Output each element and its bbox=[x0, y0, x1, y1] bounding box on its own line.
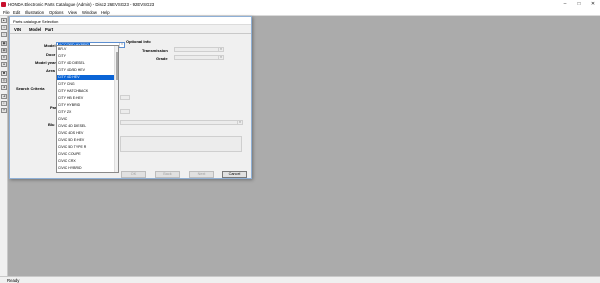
arrow-icon[interactable]: ➜ bbox=[1, 85, 7, 90]
model-dropdown-list[interactable]: BR-V CITY CITY 4D DIESEL CITY 4D/5D HEV … bbox=[56, 45, 119, 173]
tab-part[interactable]: Part bbox=[45, 27, 53, 32]
window-title: HONDA Electronic Parts Catalogue (Admin)… bbox=[8, 2, 155, 7]
honda-app-icon bbox=[1, 2, 6, 7]
model-label: Model bbox=[44, 43, 56, 48]
back-button[interactable]: Back bbox=[155, 171, 180, 178]
list-item[interactable]: CITY CNG bbox=[57, 82, 116, 87]
list-scrollbar[interactable] bbox=[114, 46, 118, 172]
menu-file[interactable]: File bbox=[3, 10, 10, 15]
info-icon[interactable]: i bbox=[1, 101, 7, 106]
next-button[interactable]: Next bbox=[189, 171, 214, 178]
list-item[interactable]: CIVIC 4D DIESEL bbox=[57, 124, 116, 129]
menu-window[interactable]: Window bbox=[82, 10, 97, 15]
part-field bbox=[120, 109, 130, 114]
status-text: Ready bbox=[7, 278, 20, 283]
tab-vin[interactable]: VIN bbox=[14, 27, 21, 32]
tab-divider bbox=[10, 33, 251, 34]
transmission-dropdown: ▾ bbox=[174, 47, 224, 52]
transmission-label: Transmission bbox=[142, 48, 168, 53]
vertical-toolbar: ▸ ▪ ▫ ▦ ▤ ≡ ● ✱ ◎ ➜ ⇥ i ? bbox=[0, 16, 8, 277]
model-year-label: Model year bbox=[35, 60, 56, 65]
list-item[interactable]: CIVIC 5D E:HEV bbox=[57, 138, 116, 143]
list-item[interactable]: CIVIC bbox=[57, 117, 116, 122]
help-icon[interactable]: ? bbox=[1, 108, 7, 113]
list-item[interactable]: CIVIC 4DS HEV bbox=[57, 131, 116, 136]
parts-catalogue-selection-dialog: Parts catalogue Selection VIN Model Part… bbox=[9, 16, 252, 179]
area-label: Area bbox=[46, 68, 55, 73]
grade-label: Grade bbox=[156, 56, 168, 61]
menu-bar: File Edit Illustration Options View Wind… bbox=[0, 9, 600, 16]
tab-model[interactable]: Model bbox=[29, 27, 41, 32]
menu-edit[interactable]: Edit bbox=[13, 10, 20, 15]
list-item[interactable]: BR-V bbox=[57, 47, 116, 52]
dialog-title: Parts catalogue Selection bbox=[13, 19, 59, 24]
list-item[interactable]: CIVIC HYBRID bbox=[57, 166, 116, 171]
cancel-button[interactable]: Cancel bbox=[222, 171, 247, 178]
minimize-button[interactable]: – bbox=[558, 0, 572, 9]
menu-options[interactable]: Options bbox=[49, 10, 63, 15]
door-label: Door bbox=[46, 52, 56, 57]
list-item[interactable]: CITY HATCHBACK bbox=[57, 89, 116, 94]
print-icon[interactable]: ▪ bbox=[1, 25, 7, 30]
chevron-down-icon: ▾ bbox=[218, 48, 223, 51]
list-item[interactable]: CITY bbox=[57, 54, 116, 59]
settings-icon[interactable]: ✱ bbox=[1, 71, 7, 76]
open-icon[interactable]: ▸ bbox=[1, 18, 7, 23]
grade-dropdown: ▾ bbox=[174, 55, 224, 60]
results-area bbox=[120, 136, 242, 152]
search-icon[interactable]: ◎ bbox=[1, 78, 7, 83]
search-criteria-label: Search Criteria bbox=[16, 86, 45, 91]
list-icon[interactable]: ≡ bbox=[1, 55, 7, 60]
dialog-title-bar: Parts catalogue Selection bbox=[10, 17, 251, 25]
book-icon[interactable]: ▤ bbox=[1, 48, 7, 53]
grid-icon[interactable]: ▦ bbox=[1, 41, 7, 46]
chevron-down-icon: ▾ bbox=[237, 121, 242, 124]
chevron-down-icon: ▾ bbox=[218, 56, 223, 59]
list-item[interactable]: CITY HYBRID bbox=[57, 103, 116, 108]
list-item[interactable]: CITY ZX bbox=[57, 110, 116, 115]
list-item-selected[interactable]: CITY 4D HEV bbox=[57, 75, 116, 80]
maximize-button[interactable]: □ bbox=[572, 0, 586, 9]
list-item[interactable]: CITY 4D/5D HEV bbox=[57, 68, 116, 73]
list-item[interactable]: CIVIC COUPE bbox=[57, 152, 116, 157]
blu-label: Blu bbox=[48, 122, 55, 127]
export-icon[interactable]: ⇥ bbox=[1, 94, 7, 99]
menu-view[interactable]: View bbox=[68, 10, 77, 15]
menu-illustration[interactable]: Illustration bbox=[25, 10, 44, 15]
blu-field: ▾ bbox=[120, 120, 243, 125]
title-bar: HONDA Electronic Parts Catalogue (Admin)… bbox=[0, 0, 600, 9]
list-item[interactable]: CITY HB E:HEV bbox=[57, 96, 116, 101]
list-item[interactable]: CIVIC CRX bbox=[57, 159, 116, 164]
close-window-button[interactable]: ✕ bbox=[586, 0, 600, 9]
search-criteria-field bbox=[120, 95, 130, 100]
menu-help[interactable]: Help bbox=[101, 10, 110, 15]
optional-info-label: Optional Info bbox=[126, 39, 151, 44]
chevron-down-icon[interactable]: ▾ bbox=[119, 43, 124, 47]
users-icon[interactable]: ● bbox=[1, 62, 7, 67]
list-item[interactable]: CITY 4D DIESEL bbox=[57, 61, 116, 66]
scrollbar-thumb[interactable] bbox=[116, 52, 118, 80]
list-item[interactable]: CIVIC 5D TYPE R bbox=[57, 145, 116, 150]
status-bar: Ready bbox=[0, 276, 600, 283]
folder-icon[interactable]: ▫ bbox=[1, 32, 7, 37]
ok-button[interactable]: OK bbox=[121, 171, 146, 178]
